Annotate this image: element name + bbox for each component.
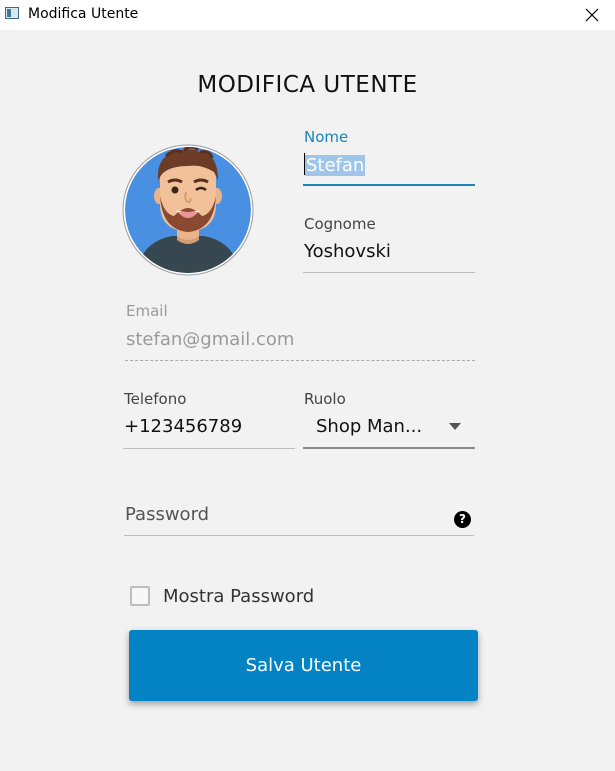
question-circle-icon[interactable]: ? bbox=[454, 511, 471, 528]
cognome-label: Cognome bbox=[304, 215, 376, 233]
ruolo-field[interactable]: Ruolo Shop Man... bbox=[303, 390, 475, 449]
password-input[interactable]: Password bbox=[125, 504, 209, 525]
page-title: MODIFICA UTENTE bbox=[197, 72, 418, 98]
ruolo-label: Ruolo bbox=[304, 390, 346, 408]
nome-input[interactable]: Stefan bbox=[304, 153, 366, 176]
email-input: stefan@gmail.com bbox=[126, 329, 295, 350]
user-avatar-icon bbox=[122, 144, 254, 276]
telefono-underline bbox=[123, 448, 295, 449]
telefono-label: Telefono bbox=[124, 390, 187, 408]
telefono-input[interactable]: +123456789 bbox=[124, 416, 242, 437]
password-underline bbox=[124, 535, 474, 536]
title-bar: Modifica Utente bbox=[0, 0, 615, 30]
cognome-input[interactable]: Yoshovski bbox=[304, 241, 391, 262]
nome-label: Nome bbox=[304, 128, 349, 146]
show-password-label[interactable]: Mostra Password bbox=[163, 586, 314, 607]
avatar bbox=[122, 144, 254, 276]
window-title: Modifica Utente bbox=[28, 6, 139, 22]
email-underline bbox=[125, 360, 475, 361]
email-field: Email stefan@gmail.com bbox=[125, 302, 475, 361]
cognome-field[interactable]: Cognome Yoshovski bbox=[303, 215, 475, 273]
nome-underline bbox=[303, 184, 475, 186]
email-label: Email bbox=[126, 302, 168, 320]
show-password-checkbox[interactable] bbox=[130, 586, 150, 606]
dropdown-arrow-icon[interactable] bbox=[449, 423, 461, 430]
app-window-icon bbox=[5, 7, 19, 19]
telefono-field[interactable]: Telefono +123456789 bbox=[123, 390, 295, 449]
close-button[interactable] bbox=[569, 0, 615, 30]
show-password-row[interactable]: Mostra Password bbox=[130, 584, 314, 608]
ruolo-select[interactable]: Shop Man... bbox=[316, 416, 422, 437]
close-icon bbox=[585, 8, 599, 22]
save-user-button[interactable]: Salva Utente bbox=[129, 630, 478, 701]
cognome-underline bbox=[303, 272, 475, 273]
ruolo-underline bbox=[303, 447, 475, 449]
nome-field[interactable]: Nome Stefan bbox=[303, 128, 475, 186]
password-field[interactable]: Password ? bbox=[124, 500, 474, 536]
nome-value: Stefan bbox=[305, 155, 366, 176]
